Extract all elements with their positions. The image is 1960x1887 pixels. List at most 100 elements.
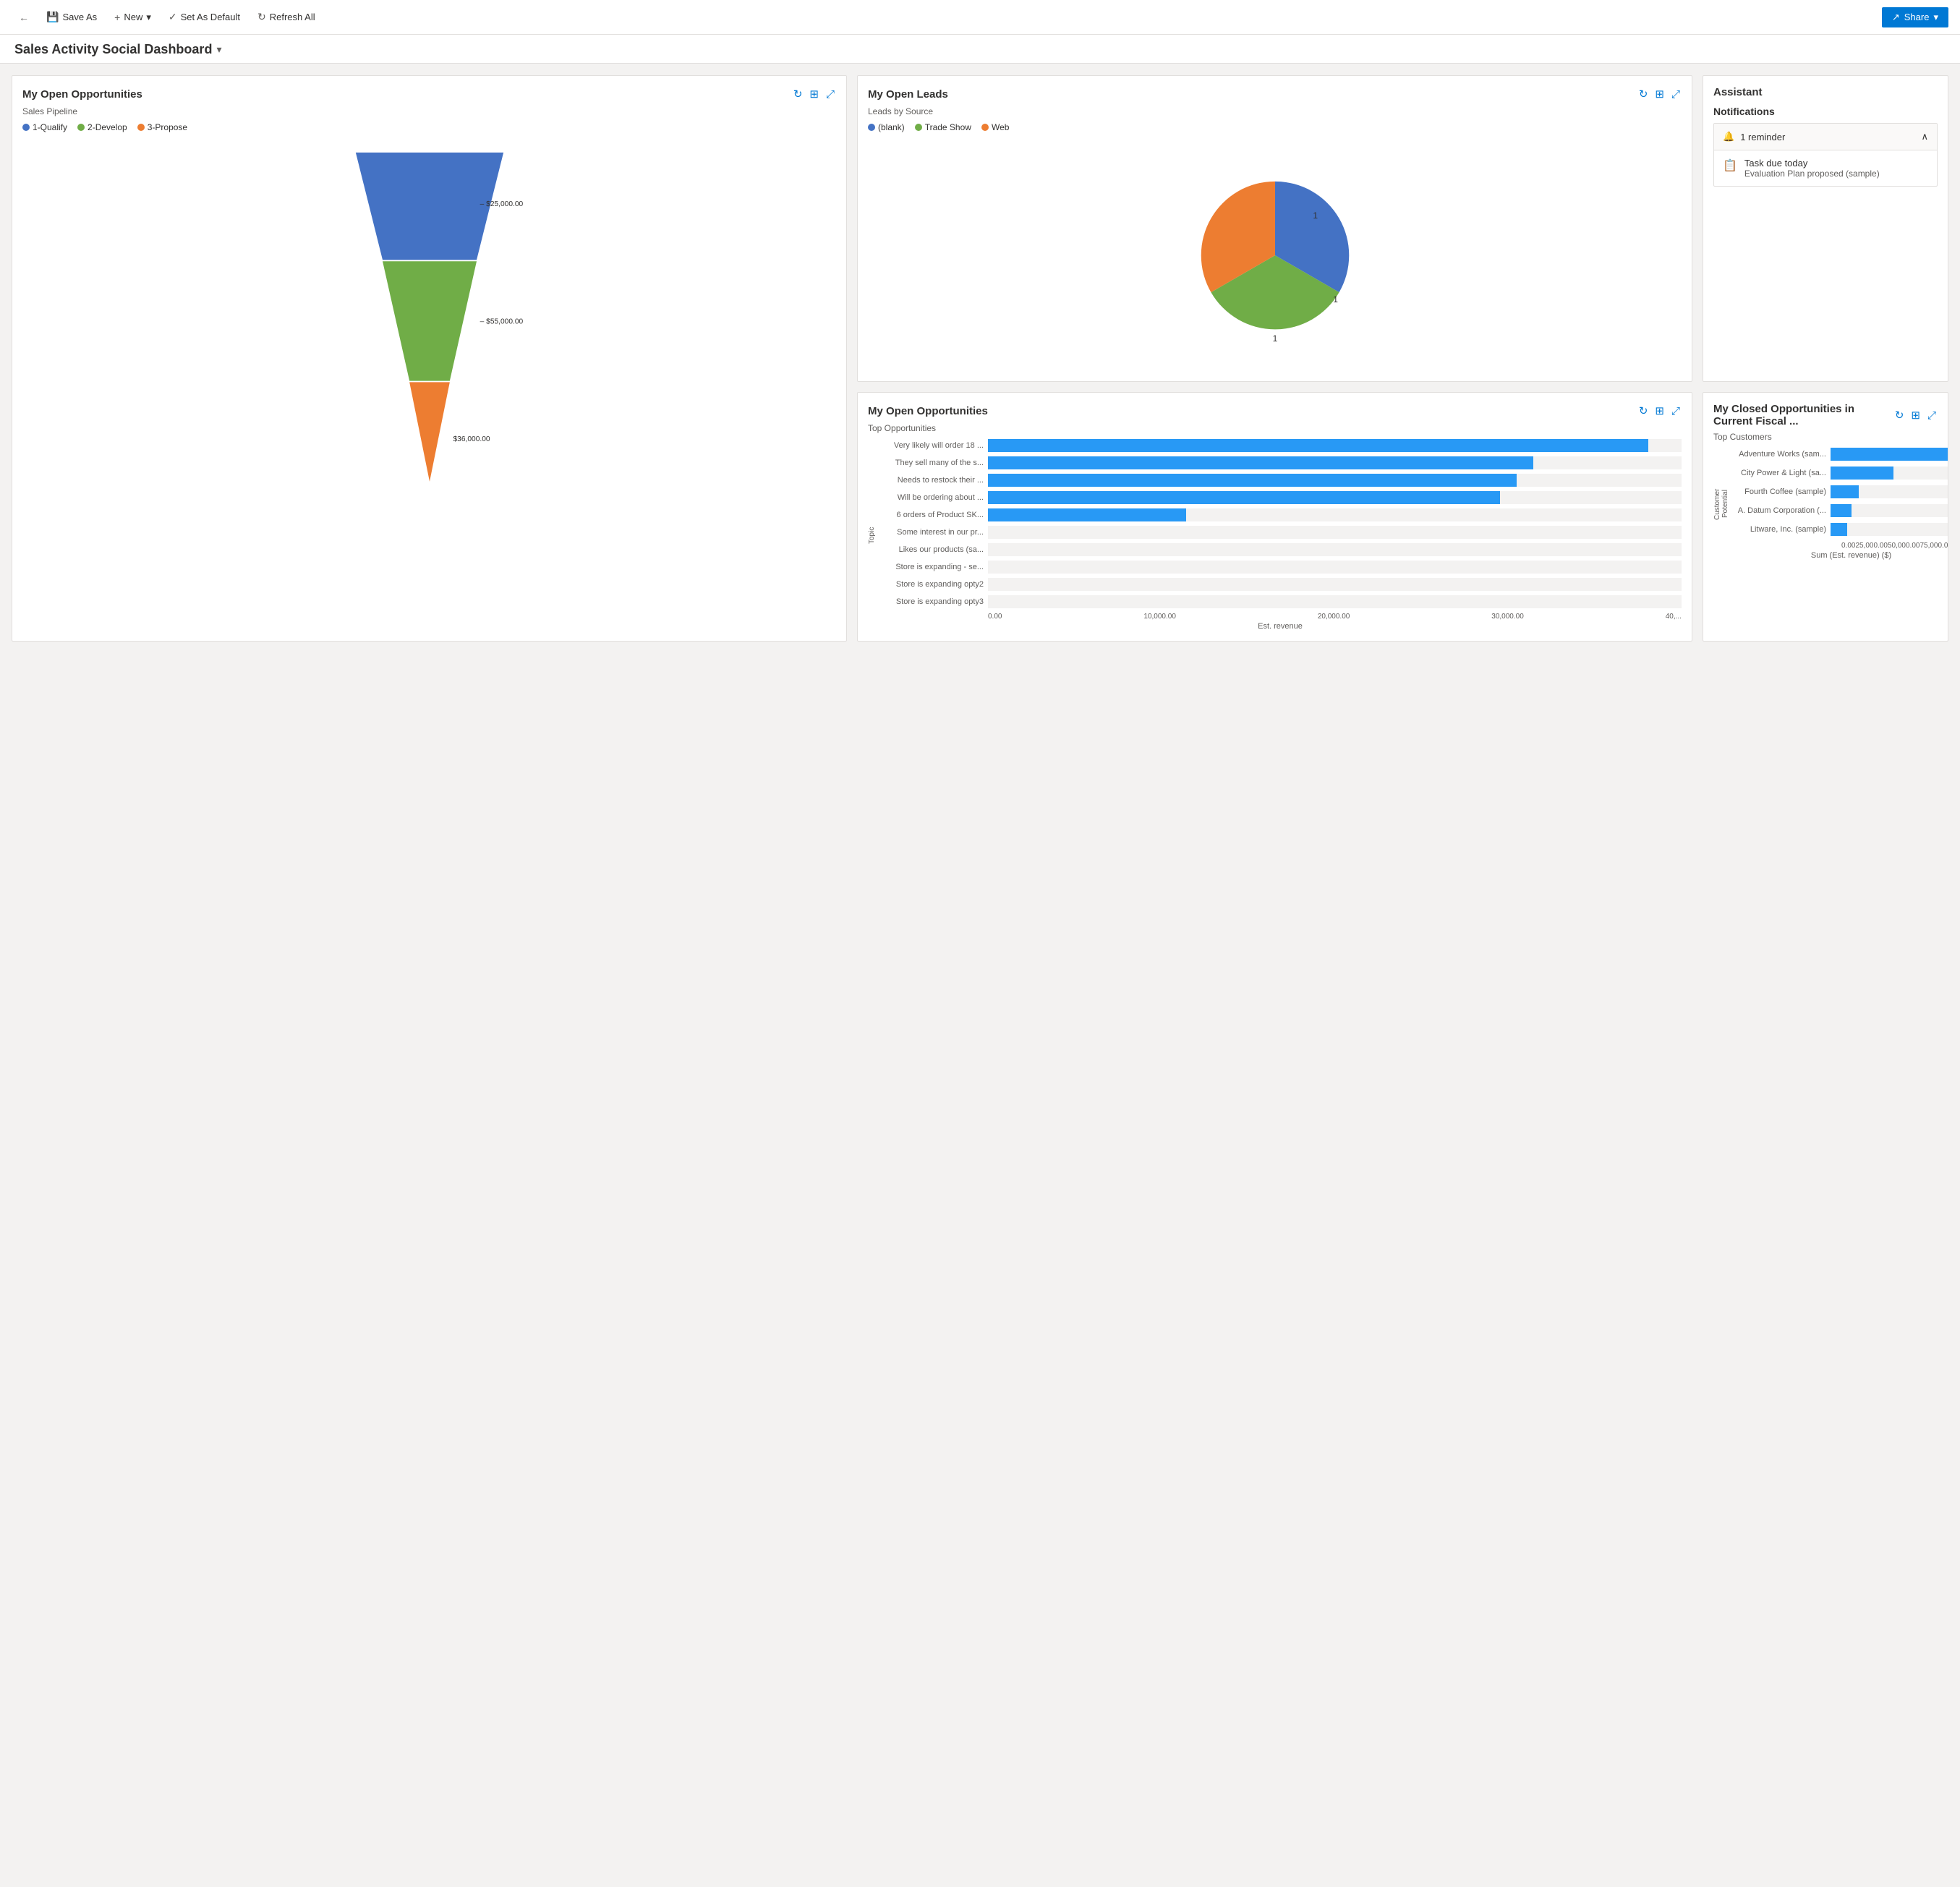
closed-opp-refresh-btn[interactable]: ↻	[1893, 407, 1906, 423]
new-chevron-icon: ▾	[146, 12, 151, 23]
pie-chart-container: 1 1 1	[868, 140, 1682, 371]
top-opp-subtitle: Top Opportunities	[868, 423, 1682, 433]
bar-label: Will be ordering about ...	[879, 493, 984, 502]
set-default-button[interactable]: ✓ Set As Default	[161, 7, 247, 27]
leads-expand-btn[interactable]: ⤢	[1670, 86, 1682, 102]
legend-item-qualify: 1-Qualify	[22, 122, 67, 132]
customer-label: A. Datum Corporation (...	[1732, 506, 1826, 515]
top-opp-header: My Open Opportunities ↻ ⊞ ⤢	[868, 403, 1682, 419]
top-opp-bar-row: Very likely will order 18 ...	[879, 439, 1682, 452]
closed-opp-bars: Adventure Works (sam...City Power & Ligh…	[1732, 448, 1948, 560]
closed-opp-expand-btn[interactable]: ⤢	[1926, 407, 1938, 423]
bar-track	[988, 456, 1682, 469]
top-opp-bar-row: Store is expanding - se...	[879, 561, 1682, 574]
leads-data-btn[interactable]: ⊞	[1653, 86, 1666, 102]
customer-bar-track	[1831, 523, 1948, 536]
refresh-button[interactable]: ↻ Refresh All	[250, 7, 323, 27]
legend-item-web: Web	[981, 122, 1009, 132]
leads-refresh-btn[interactable]: ↻	[1637, 86, 1650, 102]
new-button[interactable]: + New ▾	[107, 7, 158, 27]
bar-fill	[988, 508, 1186, 521]
share-chevron-icon: ▾	[1933, 12, 1938, 23]
svg-text:1: 1	[1313, 210, 1318, 221]
legend-dot-web	[981, 124, 989, 131]
top-opp-bars: Very likely will order 18 ...They sell m…	[879, 439, 1682, 631]
dashboard: My Open Opportunities ↻ ⊞ ⤢ Sales Pipeli…	[0, 64, 1960, 653]
funnel-chart: – $25,000.00 – $55,000.00 $36,000.00	[22, 140, 836, 501]
svg-text:1: 1	[1272, 333, 1277, 344]
closed-opportunities-card: My Closed Opportunities in Current Fisca…	[1703, 392, 1948, 642]
top-opp-x-axis: 0.0010,000.0020,000.0030,000.0040,...	[879, 613, 1682, 621]
page-title-chevron-icon[interactable]: ▾	[216, 43, 221, 56]
legend-dot-tradeshow	[915, 124, 922, 131]
open-opp-expand-btn[interactable]: ⤢	[825, 86, 836, 102]
back-button[interactable]: ←	[12, 7, 36, 27]
open-leads-header: My Open Leads ↻ ⊞ ⤢	[868, 86, 1682, 102]
save-as-button[interactable]: 💾 Save As	[39, 7, 104, 27]
save-as-label: Save As	[62, 12, 97, 22]
bar-track	[988, 474, 1682, 487]
set-default-label: Set As Default	[181, 12, 240, 22]
top-opp-y-axis: Topic	[868, 439, 876, 631]
bar-label: 6 orders of Product SK...	[879, 511, 984, 519]
top-opp-actions: ↻ ⊞ ⤢	[1637, 403, 1682, 419]
top-opp-title: My Open Opportunities	[868, 405, 988, 417]
bell-icon: 🔔	[1723, 131, 1734, 142]
top-opp-refresh-btn[interactable]: ↻	[1637, 403, 1650, 419]
bar-track	[988, 595, 1682, 608]
svg-text:– $55,000.00: – $55,000.00	[480, 318, 523, 326]
reminder-body: 📋 Task due today Evaluation Plan propose…	[1714, 150, 1937, 186]
top-opp-data-btn[interactable]: ⊞	[1653, 403, 1666, 419]
top-opp-bar-row: Will be ordering about ...	[879, 491, 1682, 504]
closed-opp-bar-row: Adventure Works (sam...	[1732, 448, 1948, 461]
bar-track	[988, 561, 1682, 574]
task-icon: 📋	[1723, 158, 1737, 173]
bar-fill	[988, 439, 1648, 452]
closed-opp-data-btn[interactable]: ⊞	[1909, 407, 1922, 423]
legend-item-tradeshow: Trade Show	[915, 122, 971, 132]
reminder-header[interactable]: 🔔 1 reminder ∧	[1714, 124, 1937, 150]
assistant-header: Assistant	[1713, 86, 1938, 98]
x-tick: 20,000.00	[1318, 613, 1350, 621]
share-icon: ↗	[1892, 12, 1900, 23]
customer-bar-fill	[1831, 448, 1948, 461]
reminder-count: 1 reminder	[1740, 132, 1785, 142]
open-opp-legend: 1-Qualify 2-Develop 3-Propose	[22, 122, 836, 132]
legend-label-develop: 2-Develop	[88, 122, 127, 132]
bar-label: Very likely will order 18 ...	[879, 441, 984, 450]
refresh-label: Refresh All	[270, 12, 315, 22]
notifications-label: Notifications	[1713, 106, 1938, 117]
open-opportunities-card: My Open Opportunities ↻ ⊞ ⤢ Sales Pipeli…	[12, 75, 847, 642]
open-opp-refresh-btn[interactable]: ↻	[792, 86, 804, 102]
legend-dot-blank	[868, 124, 875, 131]
bar-label: Some interest in our pr...	[879, 528, 984, 537]
customer-label: Fourth Coffee (sample)	[1732, 487, 1826, 496]
x-tick: 10,000.00	[1143, 613, 1176, 621]
new-icon: +	[114, 12, 120, 23]
save-icon: 💾	[46, 11, 59, 23]
svg-text:$36,000.00: $36,000.00	[453, 435, 490, 443]
refresh-icon: ↻	[257, 11, 266, 23]
closed-opp-subtitle: Top Customers	[1713, 432, 1938, 442]
open-opp-title: My Open Opportunities	[22, 88, 142, 101]
closed-opp-bar-row: Fourth Coffee (sample)	[1732, 485, 1948, 498]
top-opp-expand-btn[interactable]: ⤢	[1670, 403, 1682, 419]
top-opp-x-label: Est. revenue	[879, 622, 1682, 631]
assistant-card: Assistant Notifications 🔔 1 reminder ∧ 📋…	[1703, 75, 1948, 382]
x-tick: 25,000.00	[1855, 542, 1888, 550]
reminder-header-left: 🔔 1 reminder	[1723, 131, 1785, 142]
funnel-svg: – $25,000.00 – $55,000.00 $36,000.00	[336, 147, 524, 494]
open-opp-subtitle: Sales Pipeline	[22, 106, 836, 116]
x-tick: 50,000.00	[1888, 542, 1920, 550]
closed-opp-y-axis: Potential Customer	[1713, 448, 1729, 560]
closed-opp-x-axis: 0.0025,000.0050,000.0075,000.00100...	[1732, 542, 1948, 550]
open-opp-data-btn[interactable]: ⊞	[808, 86, 820, 102]
bar-fill	[988, 491, 1500, 504]
legend-dot-propose	[137, 124, 145, 131]
svg-text:– $25,000.00: – $25,000.00	[480, 200, 523, 208]
share-button[interactable]: ↗ Share ▾	[1882, 7, 1948, 27]
open-opp-actions: ↻ ⊞ ⤢	[792, 86, 836, 102]
page-header: Sales Activity Social Dashboard ▾	[0, 35, 1960, 64]
bar-track	[988, 439, 1682, 452]
bar-track	[988, 578, 1682, 591]
